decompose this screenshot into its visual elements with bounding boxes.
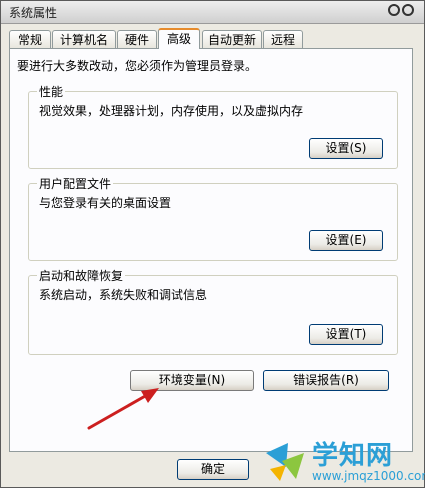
watermark-title: 学知网 xyxy=(312,441,394,471)
watermark: 学知网 www.jmqz1000.com xyxy=(260,431,425,487)
watermark-url: www.jmqz1000.com xyxy=(312,469,425,483)
watermark-logo-icon xyxy=(266,443,304,481)
red-arrow-icon xyxy=(87,388,159,430)
tab-advanced[interactable]: 高级 xyxy=(158,28,200,49)
system-properties-window: 系统属性 常规 计算机名 硬件 高级 自动更新 远程 要进行大多数改动，您必须作… xyxy=(0,0,425,488)
